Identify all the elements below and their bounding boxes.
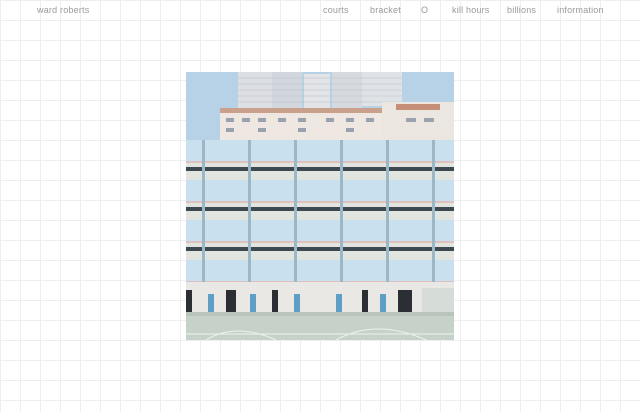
nav-link-information[interactable]: information	[557, 5, 604, 15]
building-photo-illustration	[186, 72, 454, 340]
nav-link-bracket[interactable]: bracket	[370, 5, 401, 15]
nav-link-o[interactable]: O	[421, 5, 428, 15]
nav-link-billions[interactable]: billions	[507, 5, 536, 15]
nav-link-courts[interactable]: courts	[323, 5, 349, 15]
main-nav: courts bracket O kill hours billions inf…	[0, 5, 640, 19]
nav-link-kill-hours[interactable]: kill hours	[452, 5, 490, 15]
featured-photo[interactable]	[186, 72, 454, 340]
